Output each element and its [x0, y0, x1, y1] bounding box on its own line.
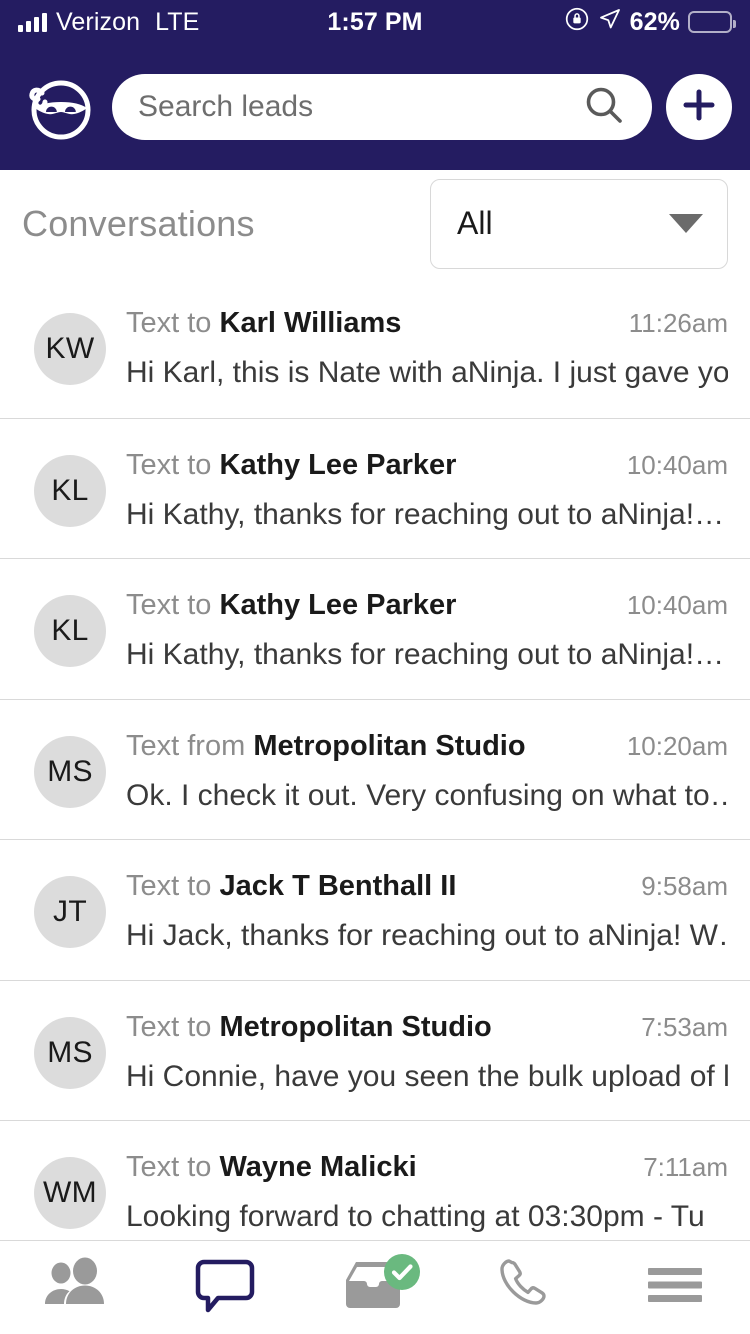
avatar: JT [34, 876, 106, 948]
conversation-direction: Text to [126, 870, 212, 902]
conversation-row[interactable]: WM Text to Wayne Malicki 7:11am Looking … [0, 1120, 750, 1240]
conversation-name: Kathy Lee Parker [219, 448, 457, 481]
conversation-time: 7:53am [641, 1011, 728, 1042]
conversation-subject: Text to Karl Williams [126, 307, 401, 340]
search-icon[interactable] [582, 83, 626, 132]
conversation-row-header: Text from Metropolitan Studio 10:20am [22, 700, 728, 763]
conversation-preview: Hi Karl, this is Nate with aNinja. I jus… [126, 356, 728, 389]
conversation-subject: Text to Wayne Malicki [126, 1151, 417, 1184]
battery-percent-label: 62% [629, 7, 680, 36]
tab-messages[interactable] [150, 1241, 300, 1334]
avatar: MS [34, 1016, 106, 1089]
conversation-direction: Text to [126, 448, 212, 481]
tab-inbox[interactable] [300, 1241, 450, 1334]
avatar: KL [34, 454, 106, 527]
conversation-row[interactable]: KW Text to Karl Williams 11:26am Hi Karl… [0, 277, 750, 418]
search-input[interactable]: Search leads [112, 74, 652, 140]
add-button[interactable] [666, 74, 732, 140]
conversation-time: 9:58am [641, 871, 728, 901]
conversation-preview: Looking forward to chatting at 03:30pm -… [126, 1200, 705, 1233]
conversation-row[interactable]: KL Text to Kathy Lee Parker 10:40am Hi K… [0, 417, 750, 559]
list-header: Conversations All [0, 170, 750, 277]
add-icon [679, 85, 719, 130]
conversation-direction: Text to [126, 307, 212, 339]
conversation-direction: Text from [126, 729, 246, 762]
conversation-row-header: Text to Kathy Lee Parker 10:40am [22, 419, 728, 482]
conversation-name: Metropolitan Studio [219, 1010, 492, 1043]
conversation-direction: Text to [126, 589, 212, 621]
status-bar-right: 62% [564, 6, 736, 39]
conversation-subject: Text to Kathy Lee Parker [126, 449, 456, 482]
avatar: KW [34, 313, 106, 385]
conversation-name: Kathy Lee Parker [219, 589, 457, 621]
app-header: Search leads [0, 44, 750, 170]
conversation-list[interactable]: KW Text to Karl Williams 11:26am Hi Karl… [0, 277, 750, 1240]
tab-calls[interactable] [450, 1241, 600, 1334]
carrier-label: Verizon [56, 7, 141, 36]
conversation-row-header: Text to Jack T Benthall II 9:58am [22, 840, 728, 903]
conversation-time: 10:40am [626, 449, 728, 480]
conversation-filter-dropdown[interactable]: All [430, 178, 728, 269]
chevron-down-icon [669, 214, 703, 233]
conversation-time: 11:26am [628, 308, 728, 338]
conversation-row[interactable]: KL Text to Kathy Lee Parker 10:40am Hi K… [0, 558, 750, 699]
messages-icon [194, 1256, 256, 1319]
conversation-name: Karl Williams [219, 307, 402, 339]
conversation-preview: Ok. I check it out. Very confusing on wh… [126, 778, 728, 812]
filter-selected-value: All [457, 205, 493, 241]
avatar: MS [34, 735, 106, 808]
avatar: KL [34, 595, 106, 667]
conversation-subject: Text to Metropolitan Studio [126, 1011, 492, 1044]
battery-icon [688, 11, 736, 33]
conversation-row-header: Text to Wayne Malicki 7:11am [22, 1121, 728, 1184]
search-placeholder: Search leads [138, 90, 314, 123]
network-type-label: LTE [155, 7, 200, 36]
app-root: Verizon LTE 1:57 PM 62% Search leads Con… [0, 0, 750, 1334]
conversation-row[interactable]: JT Text to Jack T Benthall II 9:58am Hi … [0, 839, 750, 980]
phone-icon [495, 1255, 555, 1320]
conversation-subject: Text from Metropolitan Studio [126, 730, 526, 763]
tab-menu[interactable] [600, 1241, 750, 1334]
conversation-row-header: Text to Kathy Lee Parker 10:40am [22, 559, 728, 622]
conversation-row-header: Text to Karl Williams 11:26am [22, 277, 728, 340]
conversation-row[interactable]: MS Text from Metropolitan Studio 10:20am… [0, 698, 750, 840]
tab-contacts[interactable] [0, 1241, 150, 1334]
rotation-lock-icon [564, 6, 590, 39]
conversation-name: Jack T Benthall II [219, 870, 457, 902]
contacts-icon [40, 1257, 110, 1318]
conversation-direction: Text to [126, 1151, 212, 1183]
inbox-check-badge [383, 1253, 421, 1296]
conversation-time: 7:11am [643, 1152, 728, 1182]
conversation-name: Metropolitan Studio [253, 729, 526, 762]
conversation-preview: Hi Kathy, thanks for reaching out to aNi… [126, 638, 725, 671]
conversation-row-header: Text to Metropolitan Studio 7:53am [22, 981, 728, 1044]
ninja-logo[interactable] [18, 67, 98, 147]
status-bar-left: Verizon LTE [18, 8, 199, 37]
bottom-tab-bar [0, 1240, 750, 1334]
conversation-time: 10:20am [626, 730, 728, 761]
page-title: Conversations [22, 202, 255, 244]
conversation-direction: Text to [126, 1010, 212, 1043]
status-bar: Verizon LTE 1:57 PM 62% [0, 0, 750, 44]
conversation-name: Wayne Malicki [219, 1151, 417, 1183]
conversation-row[interactable]: MS Text to Metropolitan Studio 7:53am Hi… [0, 979, 750, 1121]
conversation-subject: Text to Jack T Benthall II [126, 870, 456, 903]
conversation-preview: Hi Kathy, thanks for reaching out to aNi… [126, 497, 725, 531]
conversation-preview: Hi Connie, have you seen the bulk upload… [126, 1059, 728, 1093]
signal-bars-icon [18, 12, 47, 32]
location-arrow-icon [598, 7, 622, 38]
menu-icon [646, 1263, 704, 1312]
conversation-time: 10:40am [626, 590, 728, 620]
avatar: WM [34, 1157, 106, 1229]
conversation-preview: Hi Jack, thanks for reaching out to aNin… [126, 919, 728, 952]
conversation-subject: Text to Kathy Lee Parker [126, 589, 456, 622]
